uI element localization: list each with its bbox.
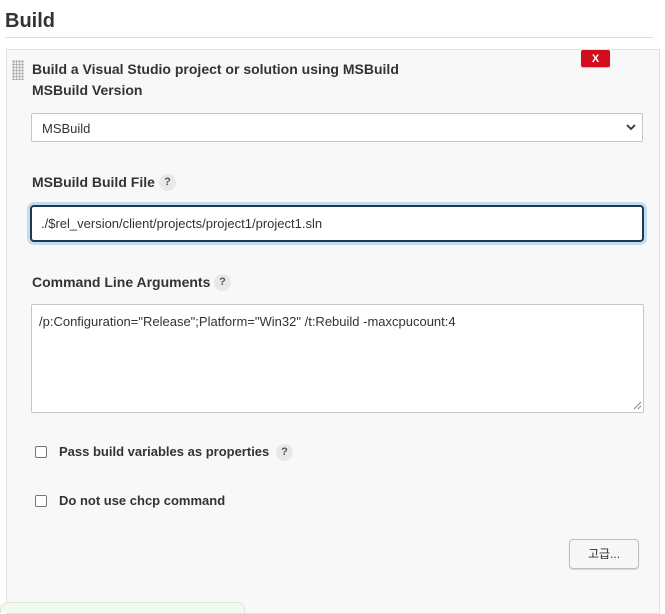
delete-step-button[interactable]: X	[581, 50, 610, 67]
pass-build-vars-help-icon[interactable]: ?	[276, 444, 293, 461]
no-chcp-checkbox[interactable]	[35, 495, 47, 507]
msbuild-version-value: MSBuild	[42, 121, 91, 136]
drag-handle-icon[interactable]	[12, 60, 24, 80]
msbuild-version-select[interactable]: MSBuild	[31, 113, 643, 142]
advanced-button[interactable]: 고급...	[569, 539, 639, 569]
msbuild-version-label: MSBuild Version	[32, 82, 143, 98]
section-divider	[5, 37, 653, 38]
section-title: Build	[5, 10, 55, 32]
cmd-args-help-icon[interactable]: ?	[214, 274, 231, 291]
pass-build-vars-label: Pass build variables as properties	[59, 444, 270, 459]
build-file-label: MSBuild Build File	[32, 174, 155, 190]
build-file-input[interactable]	[30, 205, 644, 242]
resize-grip-icon[interactable]	[633, 401, 642, 410]
pass-build-vars-checkbox[interactable]	[35, 446, 47, 458]
no-chcp-label: Do not use chcp command	[59, 493, 226, 508]
cmd-args-textarea[interactable]: /p:Configuration="Release";Platform="Win…	[31, 304, 644, 413]
chevron-down-icon	[626, 124, 636, 131]
cmd-args-label: Command Line Arguments	[32, 274, 211, 290]
step-title: Build a Visual Studio project or solutio…	[32, 61, 399, 77]
build-file-help-icon[interactable]: ?	[159, 174, 176, 191]
